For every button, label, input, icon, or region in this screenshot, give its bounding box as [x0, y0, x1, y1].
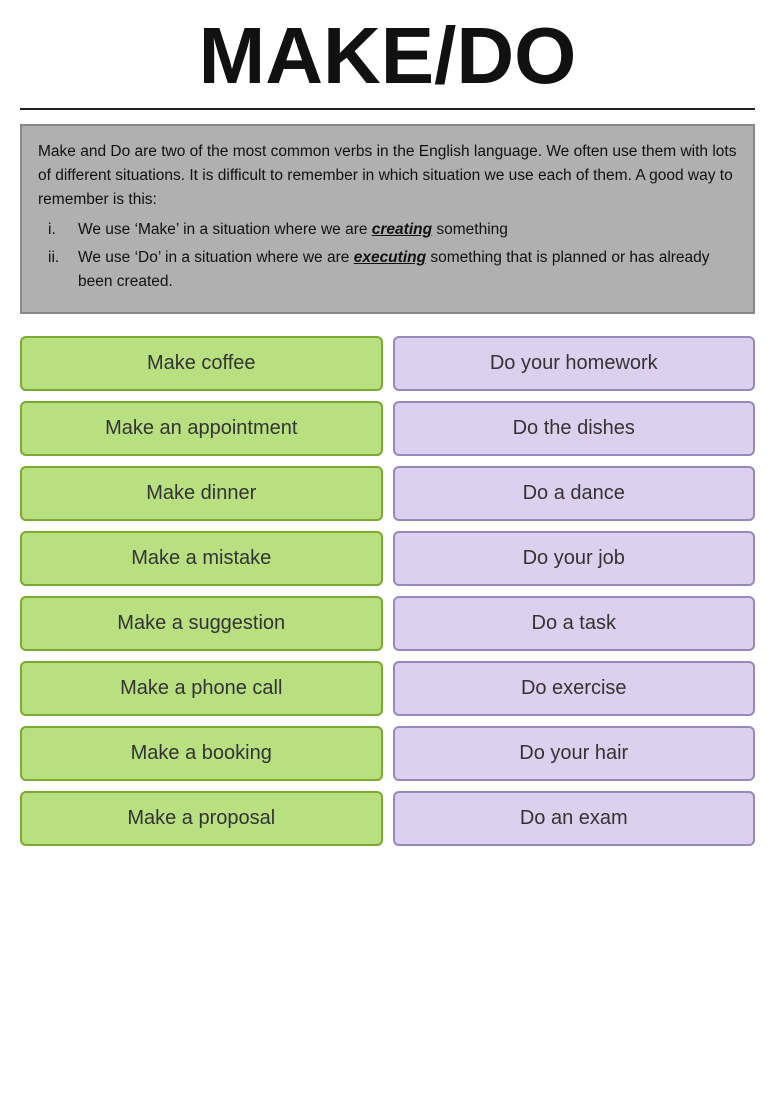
rule-1-num: i.	[48, 218, 70, 242]
do-btn-7[interactable]: Do an exam	[393, 791, 756, 846]
rules-list: i. We use ‘Make’ in a situation where we…	[38, 218, 737, 294]
rule-2: ii. We use ‘Do’ in a situation where we …	[48, 246, 737, 294]
do-btn-5[interactable]: Do exercise	[393, 661, 756, 716]
make-btn-0[interactable]: Make coffee	[20, 336, 383, 391]
do-btn-4[interactable]: Do a task	[393, 596, 756, 651]
make-btn-7[interactable]: Make a proposal	[20, 791, 383, 846]
info-box: Make and Do are two of the most common v…	[20, 124, 755, 314]
rule-1-text: We use ‘Make’ in a situation where we ar…	[78, 218, 508, 242]
rule-2-num: ii.	[48, 246, 70, 294]
do-btn-0[interactable]: Do your homework	[393, 336, 756, 391]
make-btn-1[interactable]: Make an appointment	[20, 401, 383, 456]
do-btn-6[interactable]: Do your hair	[393, 726, 756, 781]
make-btn-3[interactable]: Make a mistake	[20, 531, 383, 586]
do-btn-3[interactable]: Do your job	[393, 531, 756, 586]
intro-paragraph: Make and Do are two of the most common v…	[38, 140, 737, 212]
rule-2-text: We use ‘Do’ in a situation where we are …	[78, 246, 737, 294]
rule-1: i. We use ‘Make’ in a situation where we…	[48, 218, 737, 242]
make-btn-5[interactable]: Make a phone call	[20, 661, 383, 716]
phrases-grid: Make coffeeDo your homeworkMake an appoi…	[20, 336, 755, 846]
do-btn-1[interactable]: Do the dishes	[393, 401, 756, 456]
make-btn-6[interactable]: Make a booking	[20, 726, 383, 781]
make-btn-4[interactable]: Make a suggestion	[20, 596, 383, 651]
page-title: MAKE/DO	[199, 10, 577, 102]
title-divider	[20, 108, 755, 110]
make-btn-2[interactable]: Make dinner	[20, 466, 383, 521]
do-btn-2[interactable]: Do a dance	[393, 466, 756, 521]
